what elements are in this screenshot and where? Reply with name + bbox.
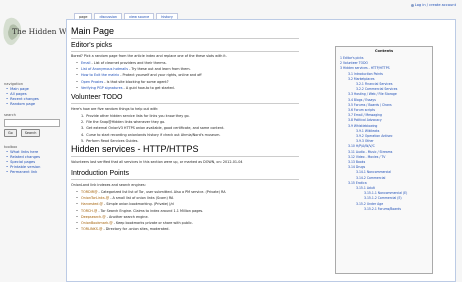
list-item-link[interactable]: TORCH.@ xyxy=(81,209,97,213)
hidden-services-heading: Hidden services - HTTP/HTTPS xyxy=(71,144,199,154)
intro-points-list: TORDIR@ - Categorized list list of Tor, … xyxy=(76,189,226,233)
editors-picks-divider xyxy=(71,51,299,52)
navigation-title: navigation xyxy=(4,82,23,86)
nav-item-random-page[interactable]: Random page xyxy=(6,102,60,107)
hidden-services-divider xyxy=(71,156,299,157)
toolbox-item-permanent-link[interactable]: Permanent link xyxy=(6,170,60,175)
volunteer-list: 1. Provide other hidden service lists for… xyxy=(81,113,224,144)
list-item-text: - Simple onion bookmarking. (Private) J/… xyxy=(102,202,174,207)
login-link[interactable]: Log in / create account xyxy=(415,3,456,7)
search-portal: search Go Search xyxy=(4,113,60,137)
toolbox-portal: toolbox What links here Related changes … xyxy=(4,145,60,175)
list-item-text: - Protect yourself and your rights, onli… xyxy=(119,73,202,78)
volunteer-divider xyxy=(71,103,299,104)
list-item-link[interactable]: Harvested.@ xyxy=(81,202,103,206)
list-item-link[interactable]: Verifying PGP signatures xyxy=(81,86,122,90)
list-item-text: - Is that site blocking for some agent? xyxy=(103,79,169,84)
intro-points-heading: Introduction Points xyxy=(71,170,129,177)
title-divider xyxy=(71,38,299,39)
toc-title: Contents xyxy=(374,49,394,53)
list-item-link[interactable]: List of Anonymous hotmails xyxy=(81,67,128,71)
list-item-link[interactable]: Deepsearch.@ xyxy=(81,215,106,219)
list-item-text: - Another search engine. xyxy=(105,214,149,219)
list-item-text: - A small list of onion links (Scam) RA xyxy=(109,196,174,201)
table-of-contents: Contents 1 Editor's picks 2 Volunteer TOD… xyxy=(335,46,433,274)
top-bar: Log in / create account xyxy=(0,0,462,12)
list-item: Verifying PGP signatures - A guid how-to… xyxy=(76,85,202,91)
user-links[interactable]: Log in / create account xyxy=(410,3,456,7)
toc-item[interactable]: 3.15.2.1 Forums/Boards xyxy=(336,207,432,212)
list-item-text: Perform Read Services Guides. xyxy=(86,138,139,143)
list-item-text: Curse to start recording onionlands hist… xyxy=(86,132,221,137)
list-item-text: Get external OnionV3 HTTPS onion availab… xyxy=(86,126,225,131)
intro-points-intro: OnionLand link indexes and search engine… xyxy=(71,183,146,187)
list-item-link[interactable]: How to Exit the matrix xyxy=(81,73,119,77)
toolbox-title: toolbox xyxy=(4,145,18,149)
search-button[interactable]: Search xyxy=(20,129,41,137)
volunteer-intro: Here's how are five random things to hel… xyxy=(71,107,159,111)
list-item-text: - Categorized list list of Tor, user sub… xyxy=(97,190,226,194)
editors-picks-list: Email - List of clearnet providers and t… xyxy=(76,60,202,91)
list-item: TORLINKS.@ - Directory for .onion sites,… xyxy=(76,226,226,232)
intro-points-divider xyxy=(71,179,299,180)
user-icon xyxy=(410,3,414,7)
list-item-link[interactable]: TORLINKS.@ xyxy=(81,227,102,231)
sidebar: navigation Main page All pages Recent ch… xyxy=(4,82,60,181)
navigation-portal: navigation Main page All pages Recent ch… xyxy=(4,82,60,107)
list-item-text: - Keep bookmarks private or share with p… xyxy=(112,221,193,226)
list-item-link[interactable]: OnionBookmark.@ xyxy=(81,221,113,225)
search-title: search xyxy=(4,113,16,117)
list-item-text: - Try these out and learn from them. xyxy=(128,67,191,72)
list-item-text: - Directory for .onion sites, moderated. xyxy=(102,227,170,232)
editors-picks-intro: Bored? Pick a random page from the artic… xyxy=(71,54,227,58)
go-button[interactable]: Go xyxy=(4,129,17,137)
page-title: Main Page xyxy=(71,26,115,36)
list-item-text: - Tor Search Engine. Claims to index aro… xyxy=(97,208,204,213)
editors-picks-heading: Editor's picks xyxy=(71,42,113,49)
list-item-text: File the Snap@Hidden links whenever they… xyxy=(86,120,166,125)
list-item-text: - List of clearnet providers and their t… xyxy=(90,61,167,65)
site-logo[interactable]: The Hidden Wiki xyxy=(0,10,76,60)
list-item-text: Provide other hidden service lists for l… xyxy=(86,114,190,118)
list-item-link[interactable]: TORDIR@ xyxy=(81,190,97,194)
list-item-text: - A guid how-to to get started. xyxy=(122,85,175,90)
list-item-link[interactable]: Open Proxies xyxy=(81,80,103,84)
search-input[interactable] xyxy=(4,119,60,127)
list-item-link[interactable]: Email xyxy=(81,61,90,65)
hidden-services-note: Volunteers last verified that all servic… xyxy=(71,160,243,164)
list-item-link[interactable]: OnionTorLinks.@ xyxy=(81,196,109,200)
toc-list: 1 Editor's picks 2 Volunteer TODO 3 Hidden… xyxy=(336,56,432,212)
volunteer-heading: Volunteer TODO xyxy=(71,94,123,101)
